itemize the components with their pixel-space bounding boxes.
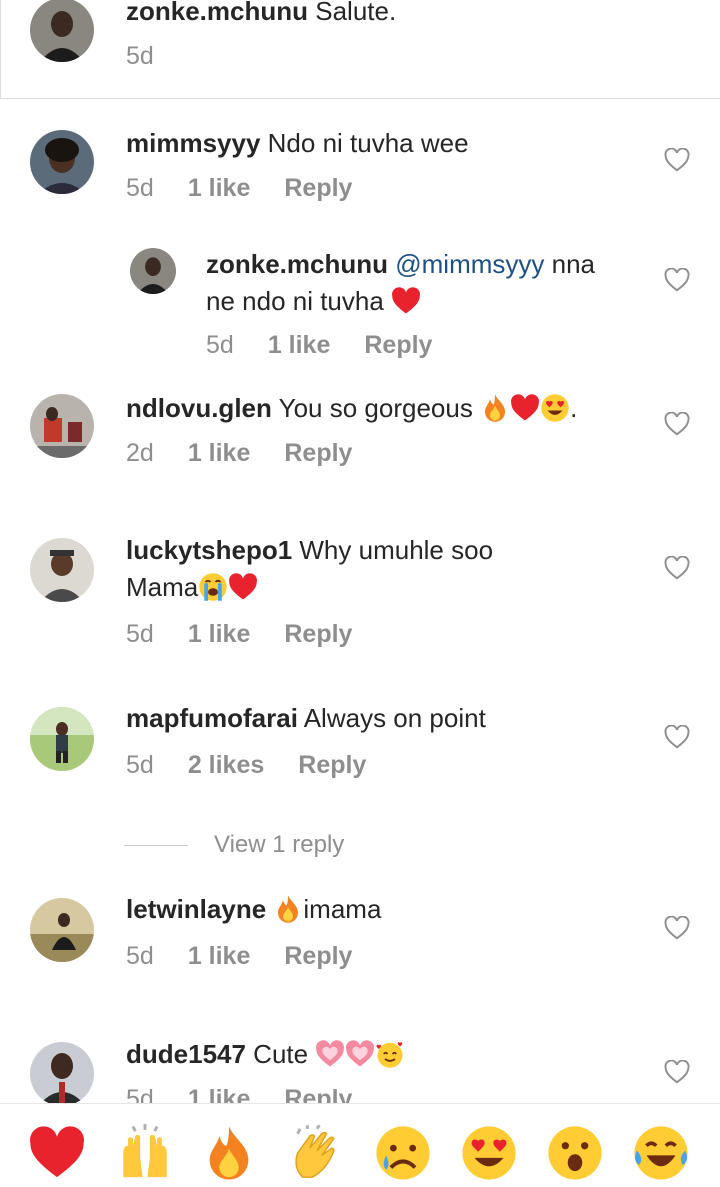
comment-time: 5d: [126, 751, 154, 779]
reply-button[interactable]: Reply: [284, 438, 352, 468]
comment-text: dude1547 Cute: [126, 1036, 405, 1073]
avatar[interactable]: [30, 130, 94, 194]
avatar[interactable]: [30, 898, 94, 962]
avatar[interactable]: [30, 707, 94, 771]
view-replies-line: [124, 845, 188, 846]
reply-button[interactable]: Reply: [284, 1084, 352, 1103]
like-heart-icon[interactable]: [664, 268, 690, 292]
like-heart-icon[interactable]: [664, 556, 690, 580]
comment-body: Cute: [245, 1039, 316, 1069]
comment-likes[interactable]: 1 like: [268, 330, 331, 360]
comment-meta: 5d 1 like Reply: [126, 1084, 352, 1103]
heart-eyes-icon[interactable]: [460, 1124, 518, 1182]
raising-hands-icon[interactable]: [116, 1124, 174, 1182]
comment-meta: 5d 1 like Reply: [126, 173, 352, 203]
comment-username[interactable]: zonke.mchunu: [206, 249, 388, 279]
quick-reaction-bar: [0, 1103, 720, 1187]
fire-icon[interactable]: [200, 1124, 258, 1182]
sparkling-heart-icon: [315, 1039, 345, 1069]
comment-text: ndlovu.glen You so gorgeous .: [126, 390, 577, 427]
comment-username[interactable]: mimmsyyy: [126, 128, 260, 158]
comment-likes[interactable]: 2 likes: [188, 750, 264, 780]
like-heart-icon[interactable]: [664, 148, 690, 172]
like-heart-icon[interactable]: [664, 725, 690, 749]
crying-face-icon: [198, 572, 228, 602]
reply-button[interactable]: Reply: [298, 750, 366, 780]
comment-time: 5d: [206, 331, 234, 359]
mention-link[interactable]: @mimmsyyy: [395, 249, 544, 279]
comment-time: 5d: [126, 42, 154, 70]
comment-likes[interactable]: 1 like: [188, 1084, 251, 1103]
comment-likes[interactable]: 1 like: [188, 941, 251, 971]
comment-username[interactable]: ndlovu.glen: [126, 393, 272, 423]
tears-of-joy-icon[interactable]: [632, 1124, 690, 1182]
comment-time: 5d: [126, 942, 154, 970]
comment-text: mapfumofarai Always on point: [126, 700, 486, 737]
comment-body: You so gorgeous: [271, 393, 481, 423]
red-heart-icon: [228, 572, 258, 602]
avatar[interactable]: [130, 248, 176, 294]
comment-likes[interactable]: 1 like: [188, 438, 251, 468]
like-heart-icon[interactable]: [664, 412, 690, 436]
comment-text: zonke.mchunu Salute.: [126, 0, 396, 30]
reply-button[interactable]: Reply: [284, 941, 352, 971]
comment-text: letwinlayne imama: [126, 891, 381, 928]
heart-eyes-icon: [540, 393, 570, 423]
red-heart-icon[interactable]: [28, 1124, 86, 1182]
comment-body: Always on point: [297, 703, 486, 733]
comment-meta: 5d 2 likes Reply: [126, 750, 366, 780]
comment-meta: 5d 1 like Reply: [126, 941, 352, 971]
comment-username[interactable]: dude1547: [126, 1039, 246, 1069]
comment-username[interactable]: mapfumofarai: [126, 703, 298, 733]
smiling-face-with-hearts-icon: [375, 1039, 405, 1069]
comment-meta: 5d 1 like Reply: [206, 330, 432, 360]
avatar[interactable]: [30, 538, 94, 602]
view-replies-label[interactable]: View 1 reply: [214, 828, 344, 862]
surprised-face-icon[interactable]: [546, 1124, 604, 1182]
comment-body: Salute.: [308, 0, 397, 26]
reply-button[interactable]: Reply: [284, 173, 352, 203]
avatar[interactable]: [30, 394, 94, 458]
comment-meta: 2d 1 like Reply: [126, 438, 352, 468]
comment-likes[interactable]: 1 like: [188, 619, 251, 649]
comment-time: 5d: [126, 174, 154, 202]
comment-time: 5d: [126, 1085, 154, 1103]
sad-face-icon[interactable]: [374, 1124, 432, 1182]
comment-username[interactable]: luckytshepo1: [126, 535, 292, 565]
like-heart-icon[interactable]: [664, 916, 690, 940]
comment-username[interactable]: letwinlayne: [126, 894, 266, 924]
comment-body: imama: [303, 894, 382, 924]
reply-button[interactable]: Reply: [284, 619, 352, 649]
comment-text: mimmsyyy Ndo ni tuvha wee: [126, 125, 469, 162]
comment-text: zonke.mchunu @mimmsyyy nna ne ndo ni tuv…: [206, 246, 626, 320]
like-heart-icon[interactable]: [664, 1060, 690, 1084]
comment-meta: 5d 1 like Reply: [126, 619, 352, 649]
clapping-hands-icon[interactable]: [288, 1124, 346, 1182]
red-heart-icon: [391, 286, 421, 316]
comment-body-end: .: [570, 393, 578, 423]
comment-time: 5d: [126, 620, 154, 648]
reply-button[interactable]: Reply: [364, 330, 432, 360]
comment-body: Ndo ni tuvha wee: [260, 128, 469, 158]
comment-list[interactable]: zonke.mchunu Salute. 5d mimmsyyy Ndo ni …: [0, 0, 720, 1103]
comment-meta: 5d: [126, 41, 154, 71]
fire-icon: [480, 393, 510, 423]
comment-time: 2d: [126, 439, 154, 467]
avatar[interactable]: [30, 0, 94, 62]
red-heart-icon: [510, 393, 540, 423]
comment-text: luckytshepo1 Why umuhle soo Mama: [126, 532, 546, 606]
avatar[interactable]: [30, 1042, 94, 1103]
comment-likes[interactable]: 1 like: [188, 173, 251, 203]
comment-username[interactable]: zonke.mchunu: [126, 0, 308, 26]
fire-icon: [273, 894, 303, 924]
sparkling-heart-icon: [345, 1039, 375, 1069]
